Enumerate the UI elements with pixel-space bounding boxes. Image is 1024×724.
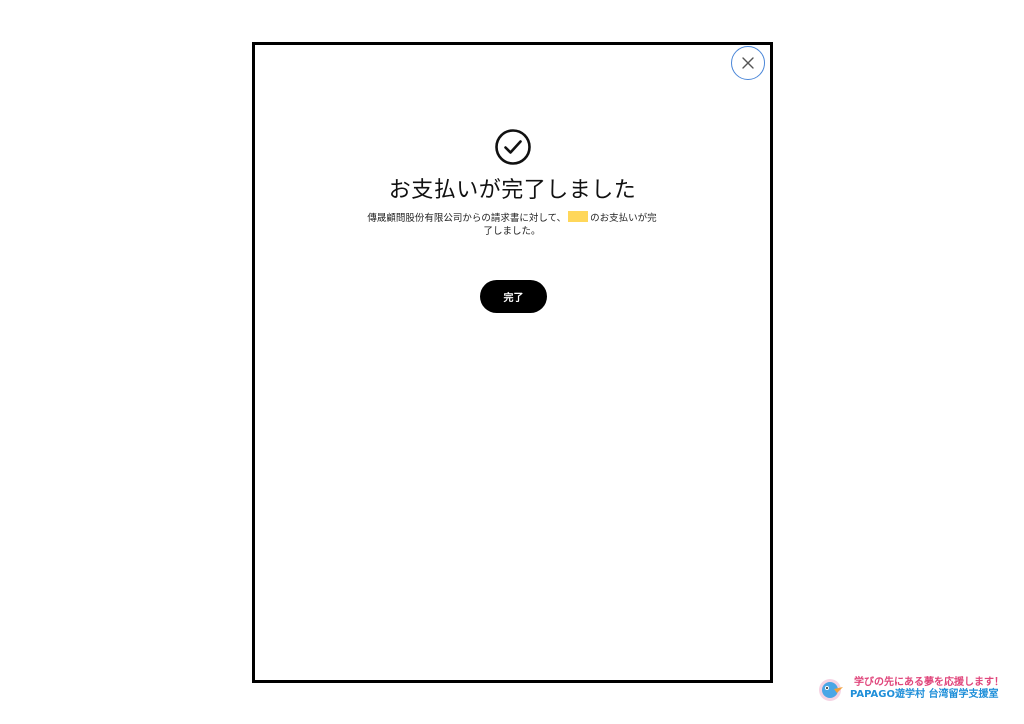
page: お支払いが完了しました 傳晟顧問股份有限公司からの請求書に対して、 のお支払いが完… xyxy=(0,0,1024,724)
close-button[interactable] xyxy=(731,46,765,80)
footer-brand: 学びの先にある夢を応援します！ PAPAGO遊学村 台湾留学支援室 xyxy=(816,675,1016,705)
check-circle-icon xyxy=(495,129,531,165)
amount-highlight xyxy=(568,211,589,222)
footer-brand-name: PAPAGO遊学村 台湾留学支援室 xyxy=(850,689,999,700)
close-icon xyxy=(742,57,754,69)
papago-logo xyxy=(819,679,843,701)
dialog-message: 傳晟顧問股份有限公司からの請求書に対して、 のお支払いが完了しました。 xyxy=(364,211,660,238)
dialog-title: お支払いが完了しました xyxy=(388,178,637,203)
message-prefix: 傳晟顧問股份有限公司からの請求書に対して、 xyxy=(367,213,567,224)
footer-tagline: 学びの先にある夢を応援します！ xyxy=(854,677,1004,688)
done-button[interactable]: 完了 xyxy=(480,280,547,313)
